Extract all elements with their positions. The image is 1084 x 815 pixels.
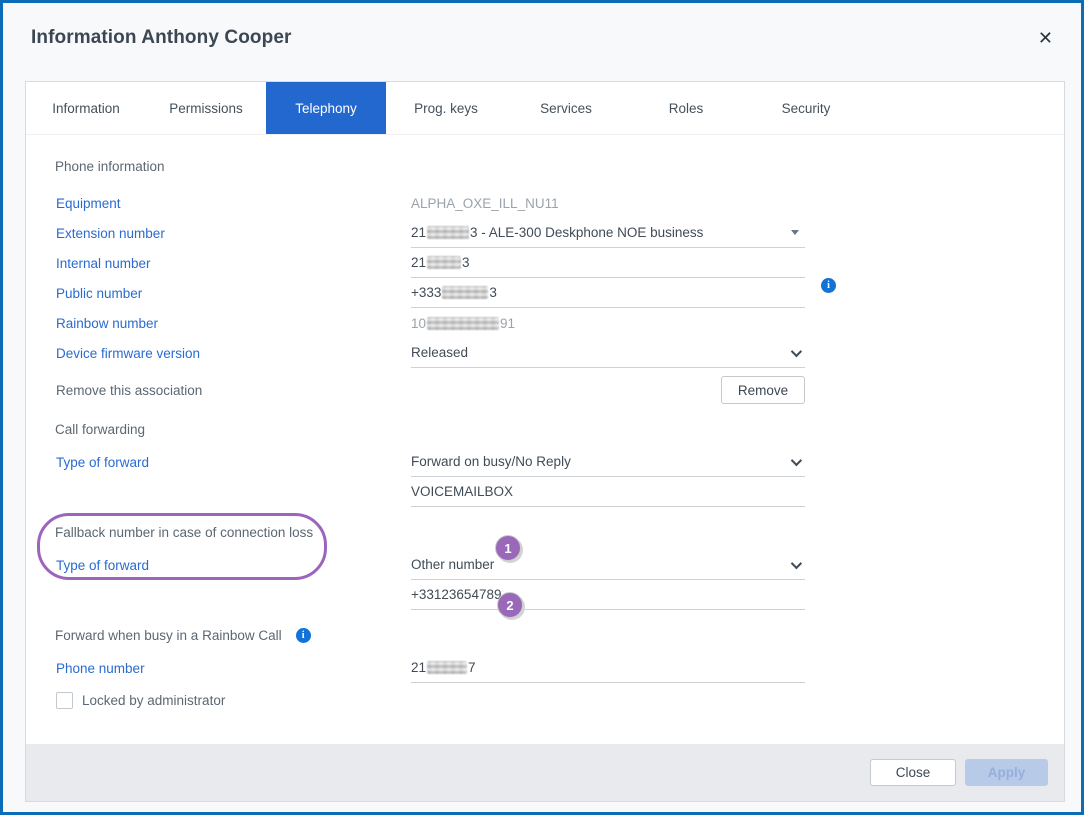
close-icon[interactable]: ✕	[1034, 25, 1057, 51]
fallback-type-of-forward-select[interactable]: Other number	[411, 550, 805, 580]
tab-security[interactable]: Security	[746, 82, 866, 134]
remove-association-row: Remove this association Remove	[55, 376, 1035, 404]
tab-services[interactable]: Services	[506, 82, 626, 134]
public-number-label[interactable]: Public number	[55, 278, 411, 308]
extension-number-select[interactable]: 213 - ALE-300 Deskphone NOE business	[411, 218, 805, 248]
equipment-value: ALPHA_OXE_ILL_NU11	[411, 188, 805, 218]
rainbow-number-row: Rainbow number 1091	[55, 308, 1035, 338]
internal-number-input[interactable]: 213	[411, 248, 805, 278]
equipment-label[interactable]: Equipment	[55, 188, 411, 218]
firmware-version-select[interactable]: Released	[411, 338, 805, 368]
type-of-forward-label[interactable]: Type of forward	[55, 447, 411, 477]
extension-number-row: Extension number 213 - ALE-300 Deskphone…	[55, 218, 1035, 248]
chevron-down-icon[interactable]	[791, 345, 802, 356]
section-title-phone-information: Phone information	[55, 157, 1035, 175]
tab-telephony[interactable]: Telephony	[266, 82, 386, 134]
page-title: Information Anthony Cooper	[31, 27, 1053, 49]
phone-number-row: Phone number 217	[55, 653, 1035, 683]
info-icon[interactable]: i	[821, 278, 836, 293]
tab-roles[interactable]: Roles	[626, 82, 746, 134]
rainbow-number-label[interactable]: Rainbow number	[55, 308, 411, 338]
type-of-forward-select[interactable]: Forward on busy/No Reply	[411, 447, 805, 477]
tab-permissions[interactable]: Permissions	[146, 82, 266, 134]
chevron-down-icon[interactable]	[791, 454, 802, 465]
locked-checkbox[interactable]	[56, 692, 73, 709]
dropdown-arrow-icon[interactable]	[791, 230, 799, 235]
info-icon[interactable]: i	[296, 628, 311, 643]
locked-checkbox-label: Locked by administrator	[82, 693, 225, 708]
fallback-number-row: +33123654789	[55, 580, 1035, 610]
chevron-down-icon[interactable]	[791, 557, 802, 568]
modal-header: Information Anthony Cooper ✕	[3, 3, 1081, 78]
internal-number-label[interactable]: Internal number	[55, 248, 411, 278]
phone-number-label[interactable]: Phone number	[55, 653, 411, 683]
public-number-input[interactable]: +3333	[411, 278, 805, 308]
rainbow-number-value: 1091	[411, 308, 805, 338]
user-information-modal: Information Anthony Cooper ✕ Information…	[0, 0, 1084, 815]
fallback-type-of-forward-row: Type of forward Other number	[55, 550, 1035, 580]
equipment-row: Equipment ALPHA_OXE_ILL_NU11	[55, 188, 1035, 218]
section-title-fallback: Fallback number in case of connection lo…	[55, 523, 1035, 541]
public-number-row: Public number +3333 i	[55, 278, 1035, 308]
section-title-rainbow-busy: Forward when busy in a Rainbow Call i	[55, 626, 1035, 644]
extension-number-label[interactable]: Extension number	[55, 218, 411, 248]
phone-number-input[interactable]: 217	[411, 653, 805, 683]
content-panel: Information Permissions Telephony Prog. …	[25, 81, 1065, 802]
forward-destination-row: VOICEMAILBOX	[55, 477, 1035, 507]
forward-destination-input[interactable]: VOICEMAILBOX	[411, 477, 805, 507]
tab-information[interactable]: Information	[26, 82, 146, 134]
close-button[interactable]: Close	[870, 759, 956, 786]
firmware-version-row: Device firmware version Released	[55, 338, 1035, 368]
telephony-form: Phone information Equipment ALPHA_OXE_IL…	[26, 135, 1064, 744]
locked-by-admin-row: Locked by administrator	[55, 687, 1035, 713]
tab-prog-keys[interactable]: Prog. keys	[386, 82, 506, 134]
remove-button[interactable]: Remove	[721, 376, 805, 404]
type-of-forward-row: Type of forward Forward on busy/No Reply	[55, 447, 1035, 477]
section-title-call-forwarding: Call forwarding	[55, 420, 1035, 438]
apply-button[interactable]: Apply	[965, 759, 1048, 786]
fallback-number-input[interactable]: +33123654789	[411, 580, 805, 610]
remove-association-label: Remove this association	[55, 376, 411, 404]
firmware-version-label[interactable]: Device firmware version	[55, 338, 411, 368]
tab-bar: Information Permissions Telephony Prog. …	[26, 82, 1064, 135]
fallback-type-of-forward-label[interactable]: Type of forward	[55, 550, 411, 580]
internal-number-row: Internal number 213	[55, 248, 1035, 278]
modal-footer: Close Apply	[26, 744, 1064, 801]
